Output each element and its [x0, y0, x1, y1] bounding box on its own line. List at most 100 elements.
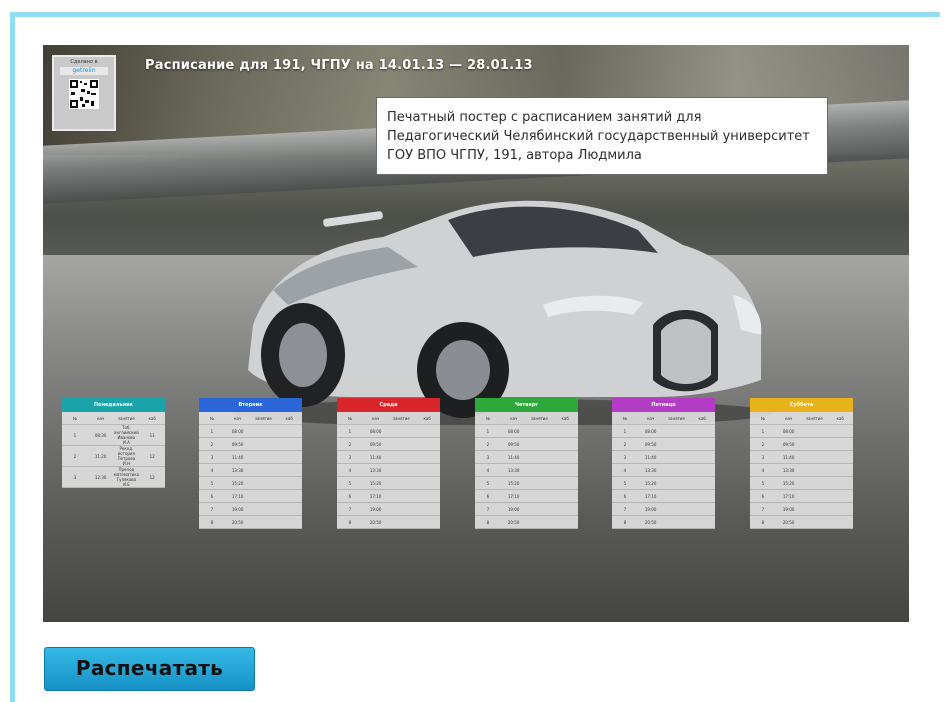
- schedule-cell: 2: [210, 441, 214, 447]
- column-header: №: [209, 415, 214, 421]
- schedule-cell: 09:50: [231, 441, 244, 447]
- schedule-row: 6 17:10: [750, 490, 853, 503]
- schedule-cell: 09:50: [782, 441, 795, 447]
- column-header: занятие: [530, 415, 548, 421]
- schedule-cell: 3: [623, 454, 627, 460]
- schedule-cell: 08:30: [94, 432, 107, 438]
- column-header: каб: [285, 415, 293, 421]
- schedule-row: 2 09:50: [475, 438, 578, 451]
- schedule-cell: 19:00: [369, 506, 382, 512]
- schedule-cell: 15:20: [507, 480, 520, 486]
- column-header: занятие: [805, 415, 823, 421]
- schedule-cell: 3: [210, 454, 214, 460]
- qr-label: Сделано в: [70, 59, 98, 65]
- schedule-cell: 3: [73, 474, 77, 480]
- schedule-cell: 3: [486, 454, 490, 460]
- day-column-headers: № нач занятие каб: [475, 412, 578, 425]
- schedule-cell: 1: [210, 428, 214, 434]
- schedule-row: 2 09:50: [337, 438, 440, 451]
- schedule-row: 1 08:00: [612, 425, 715, 438]
- schedule-cell: 7: [623, 506, 627, 512]
- column-header: занятие: [667, 415, 685, 421]
- schedule-cell: 17:10: [507, 493, 520, 499]
- column-header: каб: [423, 415, 431, 421]
- schedule-row: 6 17:10: [337, 490, 440, 503]
- car-image: [233, 200, 773, 425]
- column-header: каб: [148, 415, 156, 421]
- schedule-cell: 4: [348, 467, 352, 473]
- column-header: нач: [509, 415, 518, 421]
- schedule-cell: 20:50: [644, 519, 657, 525]
- schedule-cell: 09:50: [507, 441, 520, 447]
- schedule-row: 7 19:00: [750, 503, 853, 516]
- schedule-cell: 6: [210, 493, 214, 499]
- schedule-row: 4 13:30: [612, 464, 715, 477]
- schedule-cell: 20:50: [507, 519, 520, 525]
- schedule-cell: 3: [348, 454, 352, 460]
- schedule-cell: 1: [623, 428, 627, 434]
- schedule-cell: 8: [761, 519, 765, 525]
- schedule-cell: 3: [761, 454, 765, 460]
- schedule-day-card: Понедельник № нач занятие каб 1 08:30 Тоб. англ…: [62, 398, 165, 488]
- qr-code-icon: [69, 79, 99, 109]
- schedule-cell: 09:50: [644, 441, 657, 447]
- schedule-cell: 4: [210, 467, 214, 473]
- schedule-cell: 08:00: [782, 428, 795, 434]
- schedule-cell: 7: [210, 506, 214, 512]
- schedule-row: 5 15:20: [199, 477, 302, 490]
- schedule-cell: 11:40: [369, 454, 382, 460]
- schedule-cell: 5: [210, 480, 214, 486]
- schedule-row: 8 20:50: [199, 516, 302, 529]
- column-header: нач: [233, 415, 242, 421]
- schedule-day-card: Вторник № нач занятие каб 1 08:00 2 09:50 3 11:40 4…: [199, 398, 302, 529]
- column-header: №: [347, 415, 352, 421]
- schedule-cell: 08:00: [369, 428, 382, 434]
- schedule-cell: 11:40: [507, 454, 520, 460]
- schedule-row: 3 11:40: [750, 451, 853, 464]
- column-header: №: [760, 415, 765, 421]
- schedule-cell: 8: [486, 519, 490, 525]
- schedule-cell: 8: [623, 519, 627, 525]
- column-header: каб: [698, 415, 706, 421]
- schedule-cell: 15:20: [644, 480, 657, 486]
- schedule-cell: 15:20: [782, 480, 795, 486]
- schedule-row: 3 11:40: [475, 451, 578, 464]
- schedule-cell: 7: [348, 506, 352, 512]
- schedule-cell: 11:20: [94, 453, 107, 459]
- schedule-row: 4 13:30: [475, 464, 578, 477]
- qr-badge: Сделано в getreiin: [52, 55, 116, 131]
- schedule-cell: 17:10: [231, 493, 244, 499]
- schedule-row: 1 08:00: [750, 425, 853, 438]
- schedule-cell: 11: [149, 432, 155, 438]
- schedule-cell: 7: [761, 506, 765, 512]
- schedule-cell: 17:10: [369, 493, 382, 499]
- schedule-cell: Рекод. история Петрова И.Н: [117, 446, 136, 466]
- schedule-row: 6 17:10: [475, 490, 578, 503]
- schedule-cell: 09:50: [369, 441, 382, 447]
- schedule-day-card: Суббота № нач занятие каб 1 08:00 2 09:50 3 11:40 4…: [750, 398, 853, 529]
- schedule-cell: 19:00: [507, 506, 520, 512]
- schedule-cell: 17:10: [644, 493, 657, 499]
- poster-title: Расписание для 191, ЧГПУ на 14.01.13 — 2…: [145, 58, 533, 73]
- schedule-cell: 17:10: [782, 493, 795, 499]
- print-button[interactable]: Распечатать: [44, 647, 255, 691]
- schedule-cell: 6: [623, 493, 627, 499]
- schedule-cell: 2: [623, 441, 627, 447]
- schedule-row: 1 08:00: [337, 425, 440, 438]
- schedule-cell: 11:40: [782, 454, 795, 460]
- schedule-cell: 6: [761, 493, 765, 499]
- schedule-row: 5 15:20: [612, 477, 715, 490]
- schedule-cell: 20:50: [231, 519, 244, 525]
- schedule-day-card: Среда № нач занятие каб 1 08:00 2 09:50 3 11:40 4 13…: [337, 398, 440, 529]
- schedule-row: 8 20:50: [612, 516, 715, 529]
- qr-brand-logo: getreiin: [60, 67, 108, 75]
- schedule-row: 2 09:50: [612, 438, 715, 451]
- column-header: нач: [371, 415, 380, 421]
- column-header: каб: [836, 415, 844, 421]
- schedule-row: 7 19:00: [199, 503, 302, 516]
- schedule-cell: 4: [486, 467, 490, 473]
- schedule-cell: 1: [73, 432, 77, 438]
- schedule-cell: 19:00: [782, 506, 795, 512]
- schedule-cell: 2: [486, 441, 490, 447]
- schedule-cell: Препод математика Гулякова И.Е: [113, 467, 140, 487]
